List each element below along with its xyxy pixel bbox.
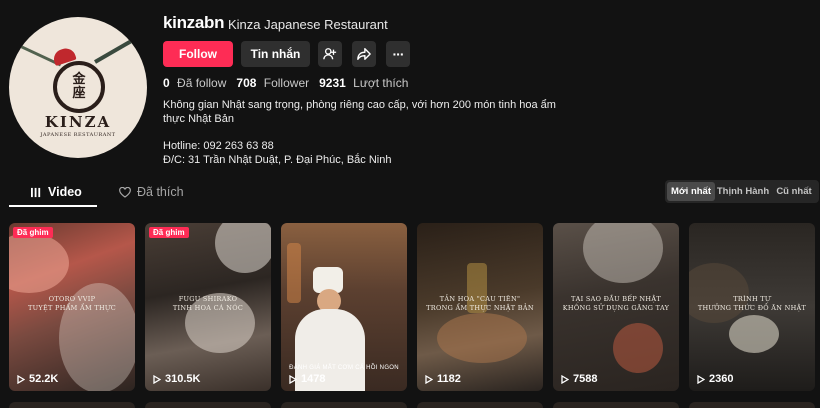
logo-brand-text: KINZA bbox=[44, 113, 112, 131]
video-caption: TẠI SAO ĐẦU BẾP NHẬT KHÔNG SỬ DỤNG GĂNG T… bbox=[562, 295, 670, 312]
video-card-next-row bbox=[553, 402, 679, 408]
bio-line: Không gian Nhật sang trọng, phòng riêng … bbox=[163, 99, 556, 111]
video-caption: FUGU SHIRAKO TINH HOA CÁ NÓC bbox=[172, 295, 244, 312]
tab-video[interactable]: Video bbox=[31, 180, 82, 204]
content-tabs: Video Đã thích bbox=[9, 180, 309, 207]
logo-kanji-top: 金 bbox=[72, 72, 86, 87]
profile-avatar[interactable]: 金 座 KINZA JAPANESE RESTAURANT bbox=[9, 17, 147, 158]
tab-liked-label: Đã thích bbox=[137, 185, 184, 199]
likes-count: 9231 bbox=[319, 76, 346, 90]
likes-label: Lượt thích bbox=[353, 76, 409, 90]
tab-liked[interactable]: Đã thích bbox=[119, 180, 184, 204]
followers-label: Follower bbox=[263, 76, 310, 90]
view-count: 310.5K bbox=[153, 373, 200, 385]
view-count: 7588 bbox=[561, 373, 597, 385]
bio-address: Đ/C: 31 Trần Nhật Duật, P. Đại Phúc, Bắc… bbox=[163, 154, 392, 166]
sort-option-popular[interactable]: Thịnh Hành bbox=[715, 182, 771, 201]
video-card[interactable]: TẠI SAO ĐẦU BẾP NHẬT KHÔNG SỬ DỤNG GĂNG T… bbox=[553, 223, 679, 391]
pine-branch-decoration bbox=[94, 30, 147, 64]
profile-username: kinzabn bbox=[163, 13, 225, 32]
following-count: 0 bbox=[163, 76, 170, 90]
kinza-seal-logo: 金 座 bbox=[53, 61, 105, 113]
message-button[interactable]: Tin nhắn bbox=[241, 41, 310, 67]
follow-button[interactable]: Follow bbox=[163, 41, 233, 67]
video-card-next-row bbox=[689, 402, 815, 408]
video-caption: ĐÁNH GIÁ MẮT CƠM CÁ HỒI NGON bbox=[289, 365, 399, 371]
add-user-icon bbox=[323, 48, 337, 60]
profile-nickname: Kinza Japanese Restaurant bbox=[228, 17, 388, 32]
video-card-next-row bbox=[417, 402, 543, 408]
view-count: 1478 bbox=[289, 373, 325, 385]
add-friend-button[interactable] bbox=[318, 41, 342, 67]
tab-video-label: Video bbox=[48, 185, 82, 199]
bio-hotline: Hotline: 092 263 63 88 bbox=[163, 140, 274, 152]
logo-kanji-bottom: 座 bbox=[72, 86, 86, 101]
video-caption: TẢN HOA "CAU TIÊN" TRONG ẨM THỰC NHẬT BẢN bbox=[426, 295, 534, 312]
video-card[interactable]: Đã ghim OTORO VVIP TUYỆT PHẨM ẨM THỰC 52.… bbox=[9, 223, 135, 391]
video-caption: TRÌNH TỰ THƯỞNG THỨC ĐỒ ĂN NHẬT bbox=[697, 295, 807, 312]
following-label: Đã follow bbox=[177, 76, 227, 90]
followers-count: 708 bbox=[236, 76, 257, 90]
play-icon bbox=[153, 374, 161, 384]
video-caption: OTORO VVIP TUYỆT PHẨM ẨM THỰC bbox=[28, 295, 116, 312]
followers-stat[interactable]: 708 Follower bbox=[236, 76, 309, 90]
play-icon bbox=[697, 374, 705, 384]
video-card[interactable]: TRÌNH TỰ THƯỞNG THỨC ĐỒ ĂN NHẬT 2360 bbox=[689, 223, 815, 391]
profile-stats: 0 Đã follow 708 Follower 9231 Lượt thích bbox=[163, 76, 408, 90]
sort-option-newest[interactable]: Mới nhất bbox=[667, 182, 715, 201]
play-icon bbox=[425, 374, 433, 384]
share-icon bbox=[357, 48, 371, 60]
heart-outline-icon bbox=[119, 186, 131, 198]
profile-bio: Không gian Nhật sang trọng, phòng riêng … bbox=[163, 98, 563, 167]
logo-brand-subtext: JAPANESE RESTAURANT bbox=[40, 132, 116, 138]
video-card[interactable]: ĐÁNH GIÁ MẮT CƠM CÁ HỒI NGON 1478 bbox=[281, 223, 407, 391]
likes-stat: 9231 Lượt thích bbox=[319, 76, 408, 90]
bio-line: thực Nhật Bản bbox=[163, 113, 234, 125]
play-icon bbox=[289, 374, 297, 384]
view-count: 1182 bbox=[425, 373, 461, 385]
video-card-next-row bbox=[9, 402, 135, 408]
active-tab-indicator bbox=[9, 205, 97, 207]
video-card[interactable]: TẢN HOA "CAU TIÊN" TRONG ẨM THỰC NHẬT BẢN… bbox=[417, 223, 543, 391]
more-icon: ··· bbox=[392, 46, 405, 62]
sort-option-oldest[interactable]: Cũ nhất bbox=[771, 182, 817, 201]
video-card-next-row bbox=[281, 402, 407, 408]
share-button[interactable] bbox=[352, 41, 376, 67]
view-count: 2360 bbox=[697, 373, 733, 385]
play-icon bbox=[17, 374, 25, 384]
video-card[interactable]: Đã ghim FUGU SHIRAKO TINH HOA CÁ NÓC 310.… bbox=[145, 223, 271, 391]
pinned-badge: Đã ghim bbox=[13, 227, 53, 238]
play-icon bbox=[561, 374, 569, 384]
grid-icon bbox=[31, 187, 41, 197]
view-count: 52.2K bbox=[17, 373, 58, 385]
following-stat[interactable]: 0 Đã follow bbox=[163, 76, 226, 90]
pinned-badge: Đã ghim bbox=[149, 227, 189, 238]
video-card-next-row bbox=[145, 402, 271, 408]
sort-toggle: Mới nhất Thịnh Hành Cũ nhất bbox=[665, 180, 819, 203]
more-button[interactable]: ··· bbox=[386, 41, 410, 67]
